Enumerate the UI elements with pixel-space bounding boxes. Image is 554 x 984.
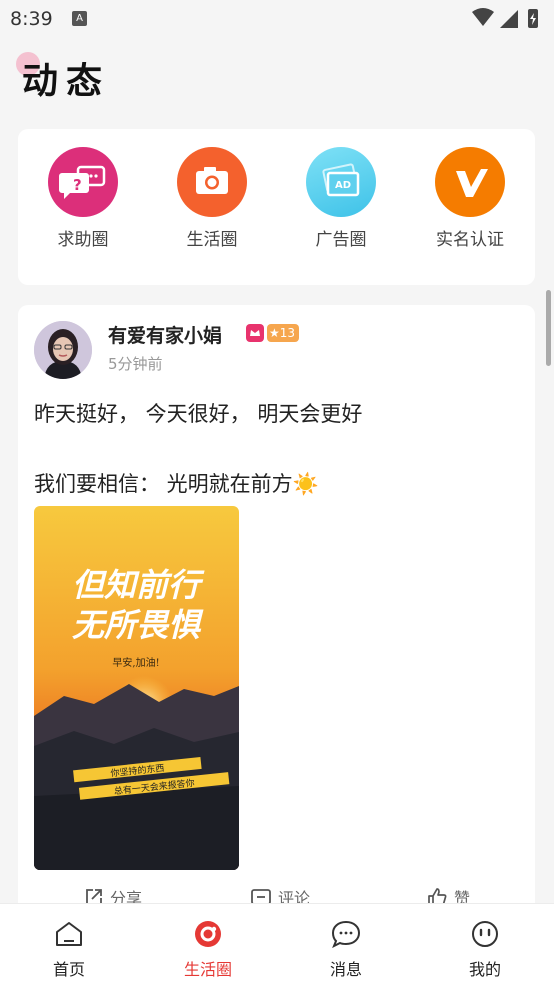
wifi-icon (472, 8, 494, 26)
status-time: 8:39 (10, 8, 53, 30)
circle-verify[interactable]: 实名认证 (415, 147, 525, 250)
level-value: 13 (279, 326, 296, 340)
image-headline: 无所畏惧 (72, 606, 204, 644)
notification-icon: A (72, 11, 87, 26)
help-chat-icon: ? (48, 147, 118, 217)
post-text-line: 昨天挺好， 今天很好， 明天会更好 (34, 402, 363, 426)
ad-icon: AD (306, 147, 376, 217)
circle-label: 实名认证 (436, 230, 504, 250)
nav-messages[interactable]: 消息 (306, 920, 386, 980)
circle-label: 生活圈 (186, 230, 238, 250)
nav-life-circle[interactable]: 生活圈 (168, 920, 248, 980)
circle-label: 广告圈 (315, 230, 367, 250)
user-name[interactable]: 有爱有家小娟 (108, 321, 222, 348)
home-icon (56, 922, 82, 946)
svg-text:AD: AD (335, 180, 351, 191)
status-bar: 8:39 A (0, 0, 554, 38)
circles-card: ? 求助圈 生活圈 AD 广告圈 实名认证 (18, 129, 535, 285)
status-icons (472, 8, 538, 28)
post-image[interactable]: 但知前行 无所畏惧 早安,加油! 你坚持的东西 总有一天会来报答你 (34, 506, 239, 870)
scrollbar[interactable] (546, 290, 551, 366)
svg-text:?: ? (73, 176, 82, 194)
nav-home[interactable]: 首页 (29, 920, 109, 980)
nav-label: 首页 (52, 960, 85, 979)
post-text: 昨天挺好， 今天很好， 明天会更好 我们要相信： 光明就在前方☀️ (34, 397, 514, 502)
nav-profile[interactable]: 我的 (445, 920, 525, 980)
message-icon (331, 920, 361, 949)
profile-icon (472, 921, 498, 947)
camera-icon (177, 147, 247, 217)
post-text-line: 我们要相信： 光明就在前方☀️ (34, 472, 319, 496)
bottom-nav: 首页 生活圈 消息 我的 (0, 903, 554, 984)
circle-ad[interactable]: AD 广告圈 (286, 147, 396, 250)
circle-label: 求助圈 (57, 230, 109, 250)
image-subtitle: 早安,加油! (112, 656, 159, 669)
nav-label: 消息 (329, 960, 362, 979)
v-verify-icon (435, 147, 505, 217)
nav-label: 我的 (468, 960, 501, 979)
post-card[interactable]: 有爱有家小娟 ★13 5分钟前 昨天挺好， 今天很好， 明天会更好 我们要相信：… (18, 305, 535, 925)
nav-label: 生活圈 (183, 960, 232, 979)
life-circle-icon (195, 921, 221, 947)
level-badge: ★13 (267, 324, 300, 342)
image-headline: 但知前行 (72, 566, 205, 604)
page-title: 动态 (22, 61, 111, 102)
avatar[interactable] (34, 321, 92, 379)
signal-icon (500, 10, 518, 28)
post-time: 5分钟前 (108, 355, 163, 373)
vip-badge-icon (246, 324, 264, 342)
circle-life[interactable]: 生活圈 (157, 147, 267, 250)
circle-help[interactable]: ? 求助圈 (28, 147, 138, 250)
star-icon: ★ (269, 326, 280, 340)
